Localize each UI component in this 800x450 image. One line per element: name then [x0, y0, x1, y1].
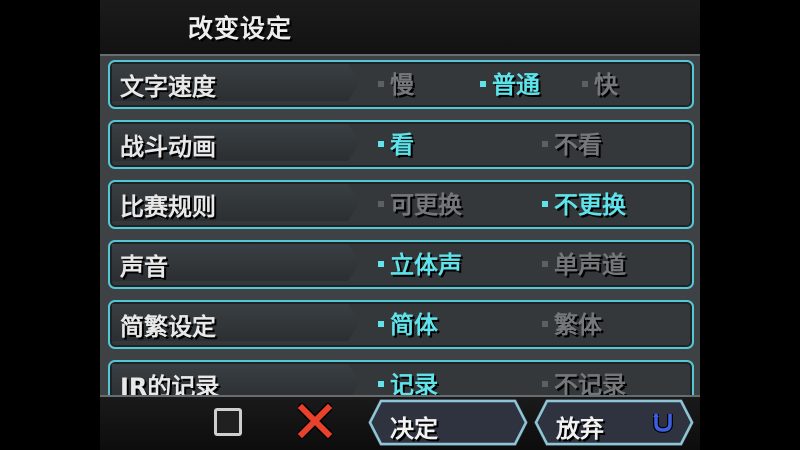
setting-label: 文字速度: [120, 73, 216, 101]
setting-option-label: 慢: [390, 71, 414, 99]
option-bullet-icon: [542, 321, 548, 327]
setting-option[interactable]: 快: [582, 65, 618, 100]
setting-option-label: 看: [390, 131, 414, 159]
back-arrow-icon: [653, 413, 673, 433]
setting-option[interactable]: 慢: [378, 65, 414, 100]
setting-row[interactable]: 战斗动画 看 不看: [108, 120, 694, 169]
option-bullet-icon: [582, 81, 588, 87]
setting-option-label: 简体: [390, 311, 438, 339]
setting-option-label: 可更换: [390, 191, 462, 219]
bottom-bar: 决定 放弃: [100, 395, 700, 450]
setting-option-label: 立体声: [390, 251, 462, 279]
setting-option-label: 普通: [492, 71, 540, 99]
checkbox-icon[interactable]: [214, 408, 242, 436]
option-bullet-icon: [378, 81, 384, 87]
setting-option[interactable]: 不看: [542, 125, 602, 160]
setting-label-tab: 战斗动画: [112, 124, 360, 161]
setting-label-tab: 比赛规则: [112, 184, 360, 221]
setting-row[interactable]: 文字速度 慢 普通 快: [108, 60, 694, 109]
setting-label: 简繁设定: [120, 313, 216, 341]
option-bullet-icon: [480, 81, 486, 87]
setting-option[interactable]: 普通: [480, 65, 540, 100]
setting-row[interactable]: 比赛规则 可更换 不更换: [108, 180, 694, 229]
settings-list: 文字速度 慢 普通 快战斗动画 看 不看比赛规则 可更换 不更换声音 立体声 单声道简繁设定 简体 繁…: [108, 60, 694, 420]
setting-option-label: 单声道: [554, 251, 626, 279]
setting-option-label: 不更换: [554, 191, 626, 219]
option-bullet-icon: [542, 261, 548, 267]
cancel-button[interactable]: 放弃: [534, 399, 694, 446]
setting-option[interactable]: 单声道: [542, 245, 626, 280]
setting-option-label: 繁体: [554, 311, 602, 339]
option-bullet-icon: [378, 201, 384, 207]
cancel-button-label: 放弃: [556, 415, 604, 443]
confirm-button[interactable]: 决定: [368, 399, 528, 446]
option-bullet-icon: [542, 381, 548, 387]
option-bullet-icon: [542, 201, 548, 207]
setting-label-tab: 声音: [112, 244, 360, 281]
setting-option[interactable]: 简体: [378, 305, 438, 340]
confirm-button-label: 决定: [390, 415, 438, 443]
option-bullet-icon: [378, 381, 384, 387]
option-bullet-icon: [542, 141, 548, 147]
setting-label: 声音: [120, 253, 168, 281]
setting-option[interactable]: 可更换: [378, 185, 462, 220]
option-bullet-icon: [378, 261, 384, 267]
setting-option-label: 不看: [554, 131, 602, 159]
close-x-icon[interactable]: [298, 403, 332, 439]
option-bullet-icon: [378, 321, 384, 327]
setting-option[interactable]: 立体声: [378, 245, 462, 280]
option-bullet-icon: [378, 141, 384, 147]
setting-row[interactable]: 声音 立体声 单声道: [108, 240, 694, 289]
setting-label-tab: 简繁设定: [112, 304, 360, 341]
setting-label: 比赛规则: [120, 193, 216, 221]
page-title: 改变设定: [188, 14, 293, 43]
setting-option[interactable]: 繁体: [542, 305, 602, 340]
setting-label-tab: 文字速度: [112, 64, 360, 101]
setting-option[interactable]: 看: [378, 125, 414, 160]
title-bar: 改变设定: [100, 0, 700, 56]
setting-option[interactable]: 不更换: [542, 185, 626, 220]
setting-row[interactable]: 简繁设定 简体 繁体: [108, 300, 694, 349]
settings-screen: 改变设定 文字速度 慢 普通 快战斗动画 看 不看比赛规则 可更换 不更换声音 立体声 单声道简繁…: [100, 0, 700, 450]
setting-label: 战斗动画: [120, 133, 216, 161]
setting-option-label: 快: [594, 71, 618, 99]
